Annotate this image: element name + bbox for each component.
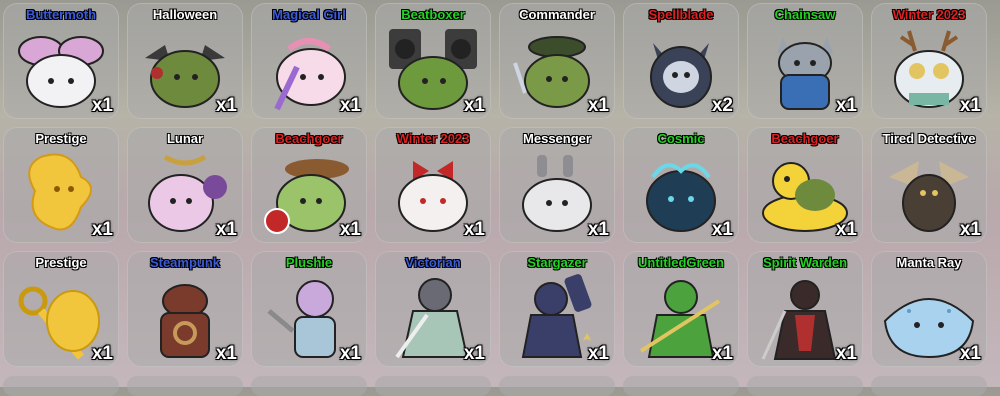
inventory-grid: Buttermoth x1 Halloween x1 Magical Girl …: [0, 0, 1000, 396]
card-title: Plushie: [285, 255, 333, 270]
card-title: Cosmic: [657, 131, 705, 146]
card-title: Winter 2023: [396, 131, 470, 146]
inventory-card[interactable]: Beachgoer x1: [251, 127, 367, 243]
card-count: x1: [91, 219, 113, 240]
card-title: Halloween: [152, 7, 218, 22]
card-count: x1: [91, 343, 113, 364]
card-title: Manta Ray: [896, 255, 962, 270]
inventory-card[interactable]: Cosmic x1: [623, 127, 739, 243]
card-count: x1: [215, 219, 237, 240]
inventory-card-partial[interactable]: [127, 376, 243, 396]
card-count: x1: [959, 219, 981, 240]
card-count: x1: [835, 219, 857, 240]
inventory-card[interactable]: Halloween x1: [127, 3, 243, 119]
card-title: Beatboxer: [401, 7, 465, 22]
inventory-card[interactable]: Prestige x1: [3, 127, 119, 243]
inventory-card[interactable]: Victorian x1: [375, 251, 491, 367]
inventory-card-partial[interactable]: [871, 376, 987, 396]
card-title: Stargazer: [527, 255, 587, 270]
card-title: Buttermoth: [25, 7, 97, 22]
inventory-card[interactable]: Beatboxer x1: [375, 3, 491, 119]
card-count: x2: [711, 95, 733, 116]
card-count: x1: [339, 343, 361, 364]
inventory-card[interactable]: Magical Girl x1: [251, 3, 367, 119]
inventory-card[interactable]: Beachgoer x1: [747, 127, 863, 243]
card-count: x1: [339, 95, 361, 116]
card-title: Beachgoer: [771, 131, 839, 146]
inventory-card[interactable]: Steampunk x1: [127, 251, 243, 367]
inventory-card[interactable]: Messenger x1: [499, 127, 615, 243]
card-count: x1: [587, 219, 609, 240]
card-title: Commander: [519, 7, 595, 22]
card-count: x1: [215, 95, 237, 116]
card-count: x1: [711, 219, 733, 240]
inventory-card[interactable]: Plushie x1: [251, 251, 367, 367]
inventory-card[interactable]: Tired Detective x1: [871, 127, 987, 243]
card-title: Beachgoer: [275, 131, 343, 146]
card-count: x1: [463, 95, 485, 116]
card-count: x1: [587, 95, 609, 116]
inventory-card-partial[interactable]: [499, 376, 615, 396]
card-count: x1: [215, 343, 237, 364]
card-count: x1: [463, 219, 485, 240]
card-count: x1: [91, 95, 113, 116]
inventory-card[interactable]: Stargazer x1: [499, 251, 615, 367]
inventory-card[interactable]: Winter 2023 x1: [375, 127, 491, 243]
card-title: Spirit Warden: [762, 255, 848, 270]
card-title: Lunar: [166, 131, 204, 146]
card-title: Magical Girl: [272, 7, 346, 22]
card-title: Steampunk: [149, 255, 221, 270]
inventory-card-partial[interactable]: [623, 376, 739, 396]
card-count: x1: [711, 343, 733, 364]
card-title: Prestige: [35, 255, 87, 270]
card-count: x1: [835, 95, 857, 116]
card-count: x1: [835, 343, 857, 364]
card-title: Winter 2023: [892, 7, 966, 22]
inventory-card[interactable]: Lunar x1: [127, 127, 243, 243]
card-title: Messenger: [523, 131, 591, 146]
inventory-card[interactable]: Prestige x1: [3, 251, 119, 367]
inventory-card-partial[interactable]: [251, 376, 367, 396]
inventory-card-partial[interactable]: [747, 376, 863, 396]
inventory-card[interactable]: Winter 2023 x1: [871, 3, 987, 119]
inventory-card-partial[interactable]: [375, 376, 491, 396]
card-count: x1: [587, 343, 609, 364]
inventory-card-partial[interactable]: [3, 376, 119, 396]
card-count: x1: [959, 343, 981, 364]
inventory-card[interactable]: Spirit Warden x1: [747, 251, 863, 367]
inventory-card[interactable]: Commander x1: [499, 3, 615, 119]
card-title: Spellblade: [648, 7, 714, 22]
card-count: x1: [959, 95, 981, 116]
inventory-card[interactable]: UntitledGreen x1: [623, 251, 739, 367]
inventory-card[interactable]: Chainsaw x1: [747, 3, 863, 119]
card-title: Prestige: [35, 131, 87, 146]
card-count: x1: [339, 219, 361, 240]
card-title: Chainsaw: [774, 7, 836, 22]
inventory-card[interactable]: Manta Ray x1: [871, 251, 987, 367]
inventory-card[interactable]: Buttermoth x1: [3, 3, 119, 119]
card-title: Victorian: [405, 255, 461, 270]
inventory-card[interactable]: Spellblade x2: [623, 3, 739, 119]
card-count: x1: [463, 343, 485, 364]
card-title: UntitledGreen: [638, 255, 724, 270]
card-title: Tired Detective: [882, 131, 976, 146]
